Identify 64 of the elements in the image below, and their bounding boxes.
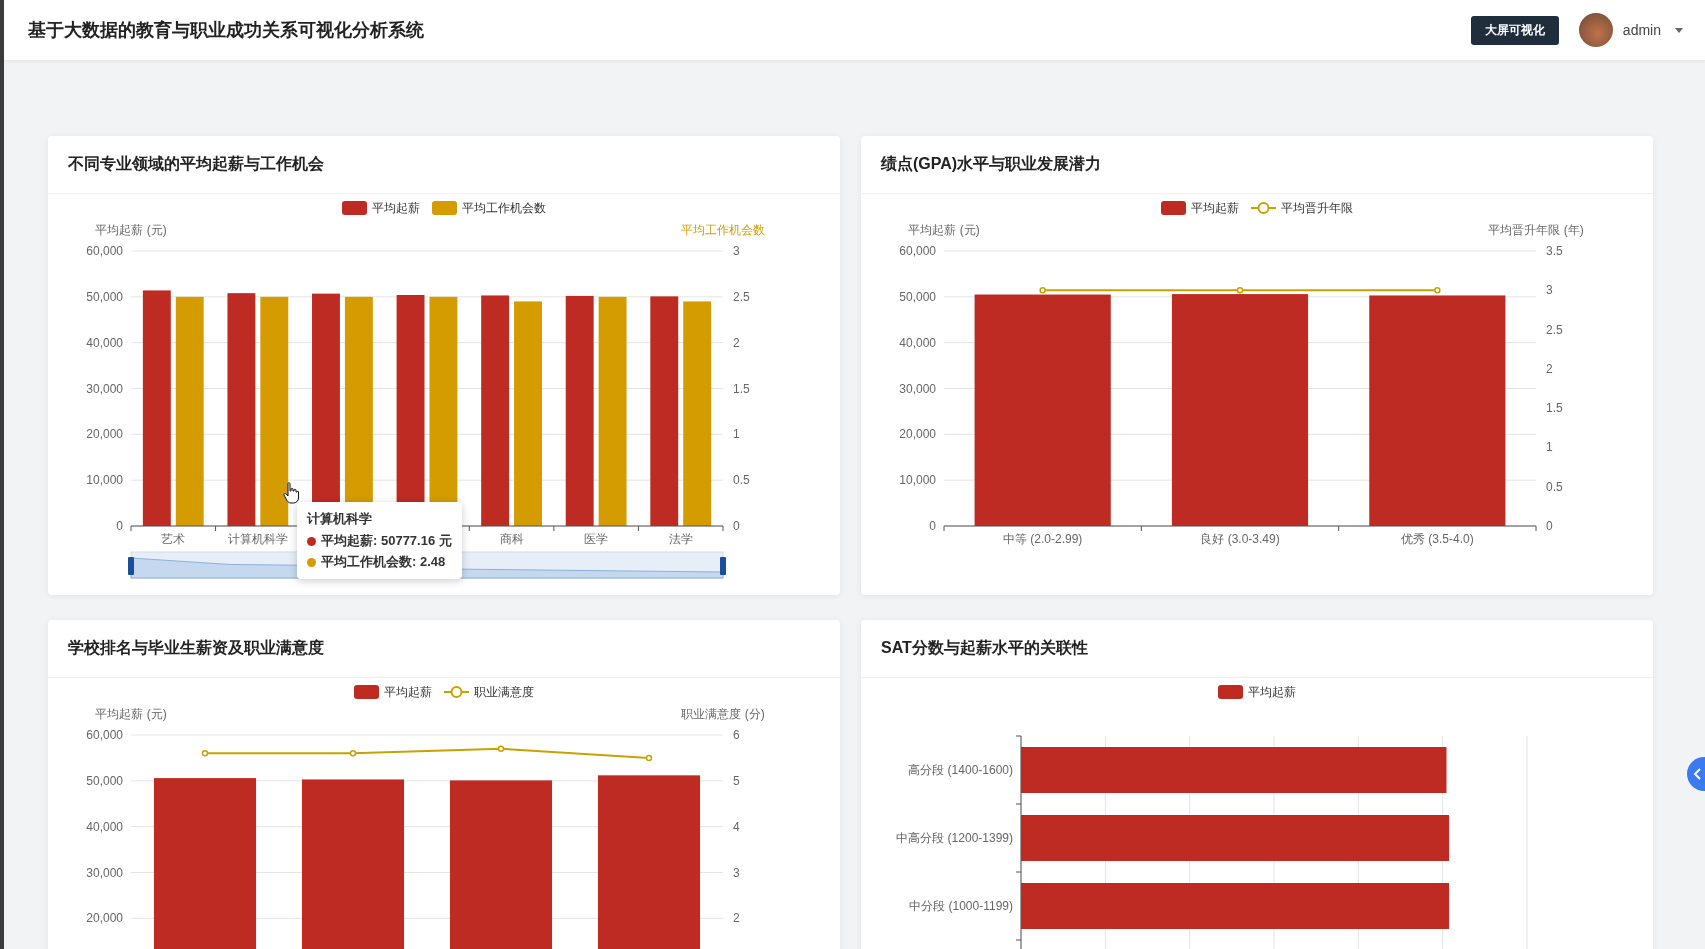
category-label: 良好 (3.0-3.49): [1200, 532, 1280, 546]
axis-tick-label: 20,000: [86, 427, 123, 442]
tooltip-item: 平均工作机会数: 2.48: [321, 553, 446, 571]
axis-tick-label: 3: [1546, 283, 1553, 298]
axis-tick-label: 0: [116, 519, 123, 533]
axis-tick-label: 2: [1546, 361, 1553, 376]
category-label: 计算机科学: [227, 532, 288, 546]
axis-tick-label: 5: [733, 773, 740, 788]
axis-tick-label: 3.5: [1546, 244, 1563, 258]
axis-tick-label: 3: [733, 244, 740, 258]
axis-tick-label: 40,000: [899, 335, 936, 350]
axis-tick-label: 1.5: [733, 381, 750, 396]
axis-title: 职业满意度 (分): [681, 707, 765, 721]
axis-tick-label: 50,000: [899, 289, 936, 304]
category-label: 中分段 (1000-1199): [909, 899, 1013, 913]
card-title: 学校排名与毕业生薪资及职业满意度: [68, 638, 324, 658]
axis-tick-label: 20,000: [899, 427, 936, 442]
tooltip-item: 平均起薪: 50777.16 元: [321, 532, 452, 550]
app-title: 基于大数据的教育与职业成功关系可视化分析系统: [28, 19, 424, 42]
axis-tick-label: 4: [733, 819, 740, 834]
category-label: 医学: [584, 532, 609, 546]
axis-tick-label: 50,000: [86, 289, 123, 304]
axis-tick-label: 1: [733, 427, 740, 442]
axis-tick-label: 30,000: [86, 381, 123, 396]
card-title: SAT分数与起薪水平的关联性: [881, 638, 1088, 658]
tooltip-title: 计算机科学: [307, 510, 373, 528]
axis-tick-label: 10,000: [899, 473, 936, 488]
axis-tick-label: 60,000: [86, 244, 123, 258]
category-label: 优秀 (3.5-4.0): [1401, 532, 1474, 546]
axis-tick-label: 40,000: [86, 819, 123, 834]
card-title: 不同专业领域的平均起薪与工作机会: [68, 154, 324, 174]
category-label: 艺术: [161, 532, 186, 546]
axis-tick-label: 60,000: [899, 244, 936, 258]
category-label: 高分段 (1400-1600): [908, 763, 1013, 777]
axis-title: 平均起薪 (元): [95, 707, 167, 721]
axis-tick-label: 10,000: [86, 473, 123, 488]
axis-tick-label: 3: [733, 865, 740, 880]
category-label: 中等 (2.0-2.99): [1003, 532, 1083, 546]
category-label: 法学: [668, 532, 693, 546]
axis-tick-label: 20,000: [86, 911, 123, 926]
axis-title: 平均起薪 (元): [908, 223, 980, 237]
axis-tick-label: 2.5: [1546, 322, 1563, 337]
axis-tick-label: 60,000: [86, 728, 123, 742]
axis-tick-label: 1: [1546, 440, 1553, 455]
axis-title: 平均工作机会数: [681, 223, 765, 237]
axis-tick-label: 30,000: [86, 865, 123, 880]
card-title: 绩点(GPA)水平与职业发展潜力: [881, 154, 1102, 174]
axis-title: 平均起薪 (元): [95, 223, 167, 237]
axis-tick-label: 50,000: [86, 773, 123, 788]
axis-tick-label: 0: [733, 519, 740, 533]
axis-title: 平均晋升年限 (年): [1488, 223, 1584, 237]
axis-tick-label: 0.5: [733, 473, 750, 488]
axis-tick-label: 2: [733, 911, 740, 926]
axis-tick-label: 1.5: [1546, 401, 1563, 416]
axis-tick-label: 40,000: [86, 335, 123, 350]
axis-tick-label: 0: [1546, 519, 1553, 533]
axis-tick-label: 0: [929, 519, 936, 533]
axis-tick-label: 30,000: [899, 381, 936, 396]
axis-tick-label: 0.5: [1546, 479, 1563, 494]
category-label: 商科: [499, 532, 524, 546]
axis-tick-label: 6: [733, 728, 740, 742]
axis-tick-label: 2.5: [733, 289, 750, 304]
category-label: 中高分段 (1200-1399): [896, 831, 1013, 845]
axis-tick-label: 2: [733, 335, 740, 350]
